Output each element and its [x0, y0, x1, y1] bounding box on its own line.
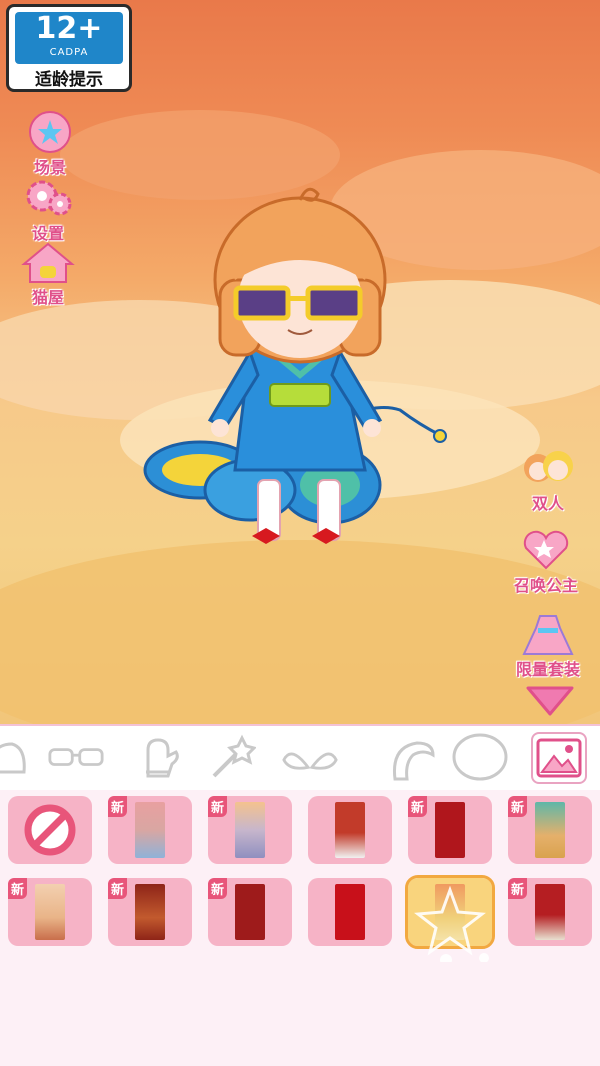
- summon-princess-button[interactable]: 召唤公主: [510, 528, 582, 596]
- bg-thumb: [135, 802, 165, 858]
- new-badge: 新: [208, 796, 228, 817]
- bg-tile[interactable]: 新: [208, 796, 292, 864]
- duo-label: 双人: [531, 494, 564, 513]
- new-badge: 新: [108, 796, 128, 817]
- gear-icon: [26, 180, 72, 216]
- hat-tab[interactable]: [0, 732, 34, 784]
- glove-tab[interactable]: [130, 732, 186, 784]
- wings-icon: [282, 752, 338, 770]
- glove-icon: [146, 738, 179, 778]
- summon-princess-label: 召唤公主: [513, 576, 578, 595]
- hat-icon: [0, 742, 26, 774]
- bg-tile[interactable]: 新: [508, 796, 592, 864]
- bg-tile[interactable]: [308, 878, 392, 946]
- bg-thumb: [435, 802, 465, 858]
- two-girls-icon: [524, 451, 573, 482]
- house-icon: [21, 242, 75, 283]
- sparkle-frame-icon: [414, 885, 489, 962]
- bg-thumb: [535, 802, 565, 858]
- wings-tab[interactable]: [282, 732, 338, 784]
- category-toolbar: [0, 724, 600, 792]
- bg-tile[interactable]: 新: [408, 796, 492, 864]
- bg-none-tile[interactable]: [8, 796, 92, 864]
- bg-tile[interactable]: 新: [108, 878, 192, 946]
- bg-thumb: [335, 884, 365, 940]
- age-rating-org: CADPA: [49, 47, 89, 58]
- bg-tile[interactable]: 新: [508, 878, 592, 946]
- age-rating-box: 12+ CADPA: [15, 12, 123, 64]
- bg-thumb: [135, 884, 165, 940]
- bg-tile[interactable]: [308, 796, 392, 864]
- dress-icon: [522, 615, 574, 655]
- scene-label: 场景: [33, 158, 66, 177]
- new-badge: 新: [508, 878, 528, 899]
- chibi-character[interactable]: [140, 170, 450, 560]
- settings-button[interactable]: 设置: [12, 176, 84, 244]
- dressup-scene: 12+ CADPA 适龄提示 场景 设置 猫屋 双人 召唤公主 限量套装: [0, 0, 600, 724]
- bg-thumb: [235, 802, 265, 858]
- new-badge: 新: [108, 878, 128, 899]
- bg-thumb: [535, 884, 565, 940]
- bg-thumb: [35, 884, 65, 940]
- tail-icon: [392, 741, 435, 781]
- cat-house-button[interactable]: 猫屋: [12, 240, 84, 308]
- glasses-icon: [48, 748, 104, 766]
- limited-outfit-button[interactable]: 限量套装: [512, 612, 584, 680]
- background-tab[interactable]: [531, 732, 587, 784]
- wand-tab[interactable]: [204, 732, 260, 784]
- bg-thumb: [235, 884, 265, 940]
- age-rating-number: 12+: [35, 11, 103, 46]
- collapse-arrow-icon[interactable]: [524, 684, 576, 718]
- new-badge: 新: [208, 878, 228, 899]
- new-badge: 新: [508, 796, 528, 817]
- star-flower-icon: [29, 111, 71, 153]
- bg-tile[interactable]: 新: [208, 878, 292, 946]
- glasses-tab[interactable]: [48, 732, 104, 784]
- limited-outfit-label: 限量套装: [515, 660, 580, 679]
- bubble-tab[interactable]: [452, 732, 508, 784]
- image-icon: [536, 738, 582, 778]
- bg-tile-selected[interactable]: [405, 875, 495, 962]
- age-rating-badge: 12+ CADPA 适龄提示: [6, 4, 132, 92]
- tail-tab[interactable]: [384, 732, 440, 784]
- bubble-icon: [452, 733, 508, 781]
- scene-button[interactable]: 场景: [14, 110, 86, 178]
- wand-icon: [212, 734, 256, 778]
- age-rating-tip: 适龄提示: [35, 70, 103, 90]
- background-grid: 新 新 新 新 新 新 新 新: [0, 790, 600, 1066]
- bg-tile[interactable]: 新: [8, 878, 92, 946]
- bg-tile[interactable]: 新: [108, 796, 192, 864]
- new-badge: 新: [408, 796, 428, 817]
- new-badge: 新: [8, 878, 28, 899]
- duo-button[interactable]: 双人: [512, 446, 584, 514]
- cat-house-label: 猫屋: [31, 288, 64, 307]
- none-icon: [24, 804, 76, 856]
- heart-wand-icon: [523, 530, 569, 570]
- bg-thumb: [335, 802, 365, 858]
